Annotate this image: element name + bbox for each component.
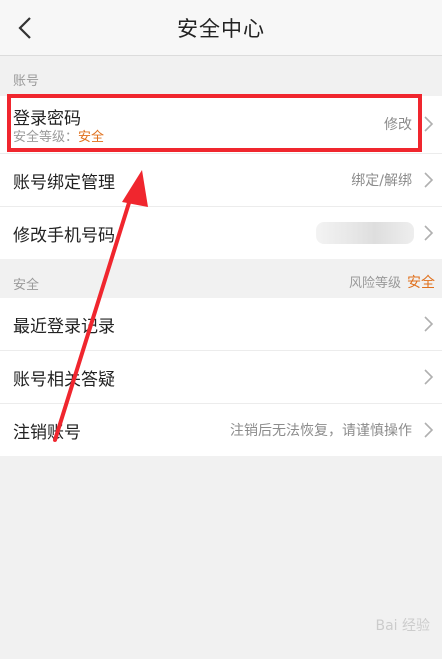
chevron-right-icon [424,369,434,385]
chevron-right-icon [424,172,434,188]
risk-level-label: 风险等级 [348,276,401,291]
chevron-right-icon [424,316,434,332]
cancel-account-title: 注销账号 [13,423,81,443]
chevron-right-icon [424,225,434,241]
change-phone-title: 修改手机号码 [13,226,115,246]
top-bar: 安全中心 [0,0,442,56]
highlight-box [7,94,422,152]
risk-level-indicator: 风险等级 安全 [349,272,435,292]
chevron-right-icon [424,422,434,438]
risk-level-value: 安全 [407,275,435,291]
recent-login-row[interactable]: 最近登录记录 [0,298,442,351]
account-binding-title: 账号绑定管理 [13,173,115,193]
blurred-phone-number [316,222,414,244]
page-title: 安全中心 [177,17,265,41]
cancel-account-row[interactable]: 注销账号 注销后无法恢复，请谨慎操作 [0,404,442,456]
change-phone-row[interactable]: 修改手机号码 [0,207,442,259]
section-label-account: 账号 [13,74,40,89]
section-label-security: 安全 [13,278,40,293]
recent-login-title: 最近登录记录 [13,317,115,337]
baidu-jingyan-watermark: Bai 经验 [375,618,430,634]
account-faq-title: 账号相关答疑 [13,370,115,390]
cancel-account-warning: 注销后无法恢复，请谨慎操作 [230,423,412,439]
security-group: 最近登录记录 账号相关答疑 注销账号 注销后无法恢复，请谨慎操作 [0,298,442,456]
bind-unbind-link[interactable]: 绑定/解绑 [351,170,412,190]
account-faq-row[interactable]: 账号相关答疑 [0,351,442,404]
account-binding-row[interactable]: 账号绑定管理 绑定/解绑 [0,154,442,207]
chevron-right-icon [424,116,434,132]
